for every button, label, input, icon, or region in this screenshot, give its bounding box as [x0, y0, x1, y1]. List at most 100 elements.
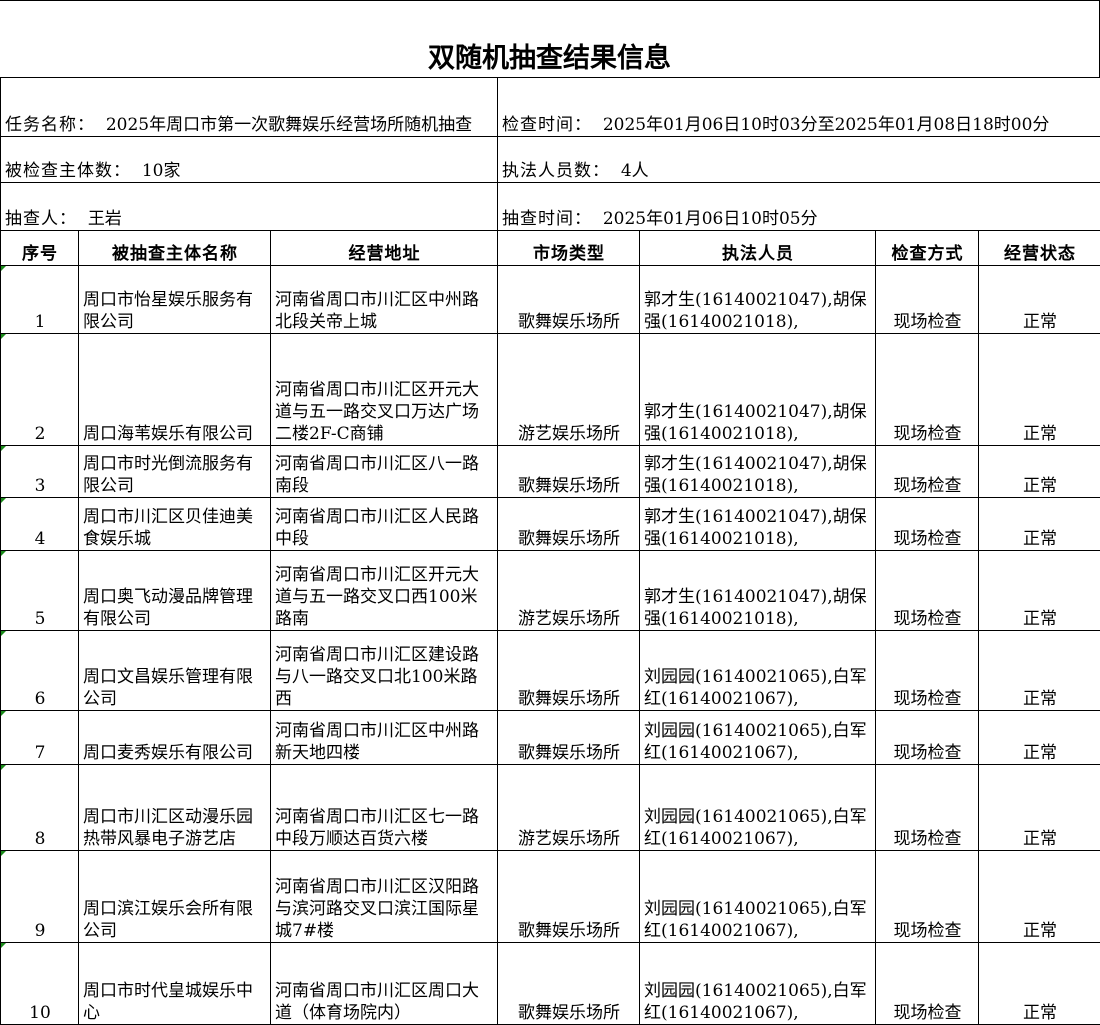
checker-cell: 抽查人： 王岩 — [1, 183, 498, 231]
enforcement-officers: 刘园园(16140021065),白军红(16140021067), — [640, 765, 876, 851]
market-type: 歌舞娱乐场所 — [498, 943, 640, 1025]
row-number: 8 — [1, 765, 79, 851]
column-header: 执法人员 — [640, 231, 876, 266]
inspection-method: 现场检查 — [876, 334, 979, 446]
business-address: 河南省周口市川汇区中州路北段关帝上城 — [271, 266, 498, 334]
draw-time-value: 2025年01月06日10时05分 — [603, 209, 818, 229]
business-address: 河南省周口市川汇区开元大道与五一路交叉口西100米路南 — [271, 551, 498, 631]
task-name-label: 任务名称： — [5, 115, 95, 135]
inspection-method: 现场检查 — [876, 498, 979, 551]
row-number: 3 — [1, 446, 79, 498]
table-row: 8周口市川汇区动漫乐园热带风暴电子游艺店河南省周口市川汇区七一路中段万顺达百货六… — [1, 765, 1100, 851]
market-type: 游艺娱乐场所 — [498, 334, 640, 446]
enforcement-officers: 郭才生(16140021047),胡保强(16140021018), — [640, 446, 876, 498]
check-time-value: 2025年01月06日10时03分至2025年01月08日18时00分 — [603, 115, 1050, 135]
business-address: 河南省周口市川汇区人民路中段 — [271, 498, 498, 551]
draw-time-cell: 抽查时间： 2025年01月06日10时05分 — [498, 183, 1100, 231]
check-time-label: 检查时间： — [502, 115, 592, 135]
enforcement-officers: 刘园园(16140021065),白军红(16140021067), — [640, 631, 876, 711]
business-status: 正常 — [979, 446, 1100, 498]
inspection-method: 现场检查 — [876, 943, 979, 1025]
business-address: 河南省周口市川汇区建设路与八一路交叉口北100米路西 — [271, 631, 498, 711]
inspection-method: 现场检查 — [876, 266, 979, 334]
subject-name: 周口市川汇区动漫乐园热带风暴电子游艺店 — [79, 765, 271, 851]
table-header-row: 序号 被抽查主体名称 经营地址 市场类型 执法人员 检查方式 经营状态 — [1, 231, 1100, 266]
task-name-value: 2025年周口市第一次歌舞娱乐经营场所随机抽查 — [106, 115, 472, 135]
enforcement-officers: 刘园园(16140021065),白军红(16140021067), — [640, 711, 876, 765]
market-type: 歌舞娱乐场所 — [498, 446, 640, 498]
table-row: 5周口奥飞动漫品牌管理有限公司河南省周口市川汇区开元大道与五一路交叉口西100米… — [1, 551, 1100, 631]
info-row-count: 被检查主体数： 10家 执法人员数： 4人 — [1, 137, 1100, 183]
business-status: 正常 — [979, 765, 1100, 851]
officer-count-cell: 执法人员数： 4人 — [498, 137, 1100, 183]
column-header: 市场类型 — [498, 231, 640, 266]
check-time-cell: 检查时间： 2025年01月06日10时03分至2025年01月08日18时00… — [498, 78, 1100, 137]
market-type: 歌舞娱乐场所 — [498, 711, 640, 765]
inspection-method: 现场检查 — [876, 631, 979, 711]
enforcement-officers: 刘园园(16140021065),白军红(16140021067), — [640, 943, 876, 1025]
checker-label: 抽查人： — [5, 209, 77, 229]
row-number: 4 — [1, 498, 79, 551]
business-address: 河南省周口市川汇区八一路南段 — [271, 446, 498, 498]
business-status: 正常 — [979, 631, 1100, 711]
inspection-method: 现场检查 — [876, 446, 979, 498]
subject-name: 周口市川汇区贝佳迪美食娱乐城 — [79, 498, 271, 551]
info-row-draw: 抽查人： 王岩 抽查时间： 2025年01月06日10时05分 — [1, 183, 1100, 231]
subject-name: 周口市时代皇城娱乐中心 — [79, 943, 271, 1025]
table-row: 1周口市怡星娱乐服务有限公司河南省周口市川汇区中州路北段关帝上城歌舞娱乐场所郭才… — [1, 266, 1100, 334]
table-row: 6周口文昌娱乐管理有限公司河南省周口市川汇区建设路与八一路交叉口北100米路西歌… — [1, 631, 1100, 711]
row-number: 5 — [1, 551, 79, 631]
table-body: 1周口市怡星娱乐服务有限公司河南省周口市川汇区中州路北段关帝上城歌舞娱乐场所郭才… — [1, 266, 1100, 1025]
business-address: 河南省周口市川汇区中州路新天地四楼 — [271, 711, 498, 765]
subject-name: 周口文昌娱乐管理有限公司 — [79, 631, 271, 711]
subject-name: 周口市怡星娱乐服务有限公司 — [79, 266, 271, 334]
subject-count-value: 10家 — [142, 161, 181, 181]
subject-name: 周口麦秀娱乐有限公司 — [79, 711, 271, 765]
column-header: 被抽查主体名称 — [79, 231, 271, 266]
table-row: 9周口滨江娱乐会所有限公司河南省周口市川汇区汉阳路与滨河路交叉口滨江国际星城7#… — [1, 851, 1100, 943]
row-number: 1 — [1, 266, 79, 334]
officer-count-value: 4人 — [621, 161, 649, 181]
table-row: 7周口麦秀娱乐有限公司河南省周口市川汇区中州路新天地四楼歌舞娱乐场所刘园园(16… — [1, 711, 1100, 765]
row-number: 9 — [1, 851, 79, 943]
page-title: 双随机抽查结果信息 — [0, 0, 1100, 77]
column-header: 序号 — [1, 231, 79, 266]
business-address: 河南省周口市川汇区汉阳路与滨河路交叉口滨江国际星城7#楼 — [271, 851, 498, 943]
enforcement-officers: 郭才生(16140021047),胡保强(16140021018), — [640, 266, 876, 334]
subject-count-label: 被检查主体数： — [5, 161, 131, 181]
task-name-cell: 任务名称： 2025年周口市第一次歌舞娱乐经营场所随机抽查 — [1, 78, 498, 137]
inspection-method: 现场检查 — [876, 851, 979, 943]
subject-count-cell: 被检查主体数： 10家 — [1, 137, 498, 183]
market-type: 游艺娱乐场所 — [498, 551, 640, 631]
market-type: 歌舞娱乐场所 — [498, 498, 640, 551]
inspection-method: 现场检查 — [876, 711, 979, 765]
business-status: 正常 — [979, 711, 1100, 765]
table-row: 4周口市川汇区贝佳迪美食娱乐城河南省周口市川汇区人民路中段歌舞娱乐场所郭才生(1… — [1, 498, 1100, 551]
checker-value: 王岩 — [88, 209, 122, 229]
subject-name: 周口海苇娱乐有限公司 — [79, 334, 271, 446]
market-type: 歌舞娱乐场所 — [498, 266, 640, 334]
inspection-method: 现场检查 — [876, 551, 979, 631]
business-address: 河南省周口市川汇区开元大道与五一路交叉口万达广场二楼2F-C商铺 — [271, 334, 498, 446]
table-row: 2周口海苇娱乐有限公司河南省周口市川汇区开元大道与五一路交叉口万达广场二楼2F-… — [1, 334, 1100, 446]
row-number: 2 — [1, 334, 79, 446]
column-header: 经营状态 — [979, 231, 1100, 266]
business-address: 河南省周口市川汇区七一路中段万顺达百货六楼 — [271, 765, 498, 851]
business-status: 正常 — [979, 334, 1100, 446]
table-row: 3周口市时光倒流服务有限公司河南省周口市川汇区八一路南段歌舞娱乐场所郭才生(16… — [1, 446, 1100, 498]
officer-count-label: 执法人员数： — [502, 161, 610, 181]
row-number: 7 — [1, 711, 79, 765]
business-address: 河南省周口市川汇区周口大道（体育场院内） — [271, 943, 498, 1025]
business-status: 正常 — [979, 851, 1100, 943]
column-header: 经营地址 — [271, 231, 498, 266]
column-header: 检查方式 — [876, 231, 979, 266]
business-status: 正常 — [979, 498, 1100, 551]
business-status: 正常 — [979, 266, 1100, 334]
business-status: 正常 — [979, 551, 1100, 631]
enforcement-officers: 刘园园(16140021065),白军红(16140021067), — [640, 851, 876, 943]
enforcement-officers: 郭才生(16140021047),胡保强(16140021018), — [640, 551, 876, 631]
info-row-task: 任务名称： 2025年周口市第一次歌舞娱乐经营场所随机抽查 检查时间： 2025… — [1, 78, 1100, 137]
enforcement-officers: 郭才生(16140021047),胡保强(16140021018), — [640, 498, 876, 551]
business-status: 正常 — [979, 943, 1100, 1025]
inspection-method: 现场检查 — [876, 765, 979, 851]
